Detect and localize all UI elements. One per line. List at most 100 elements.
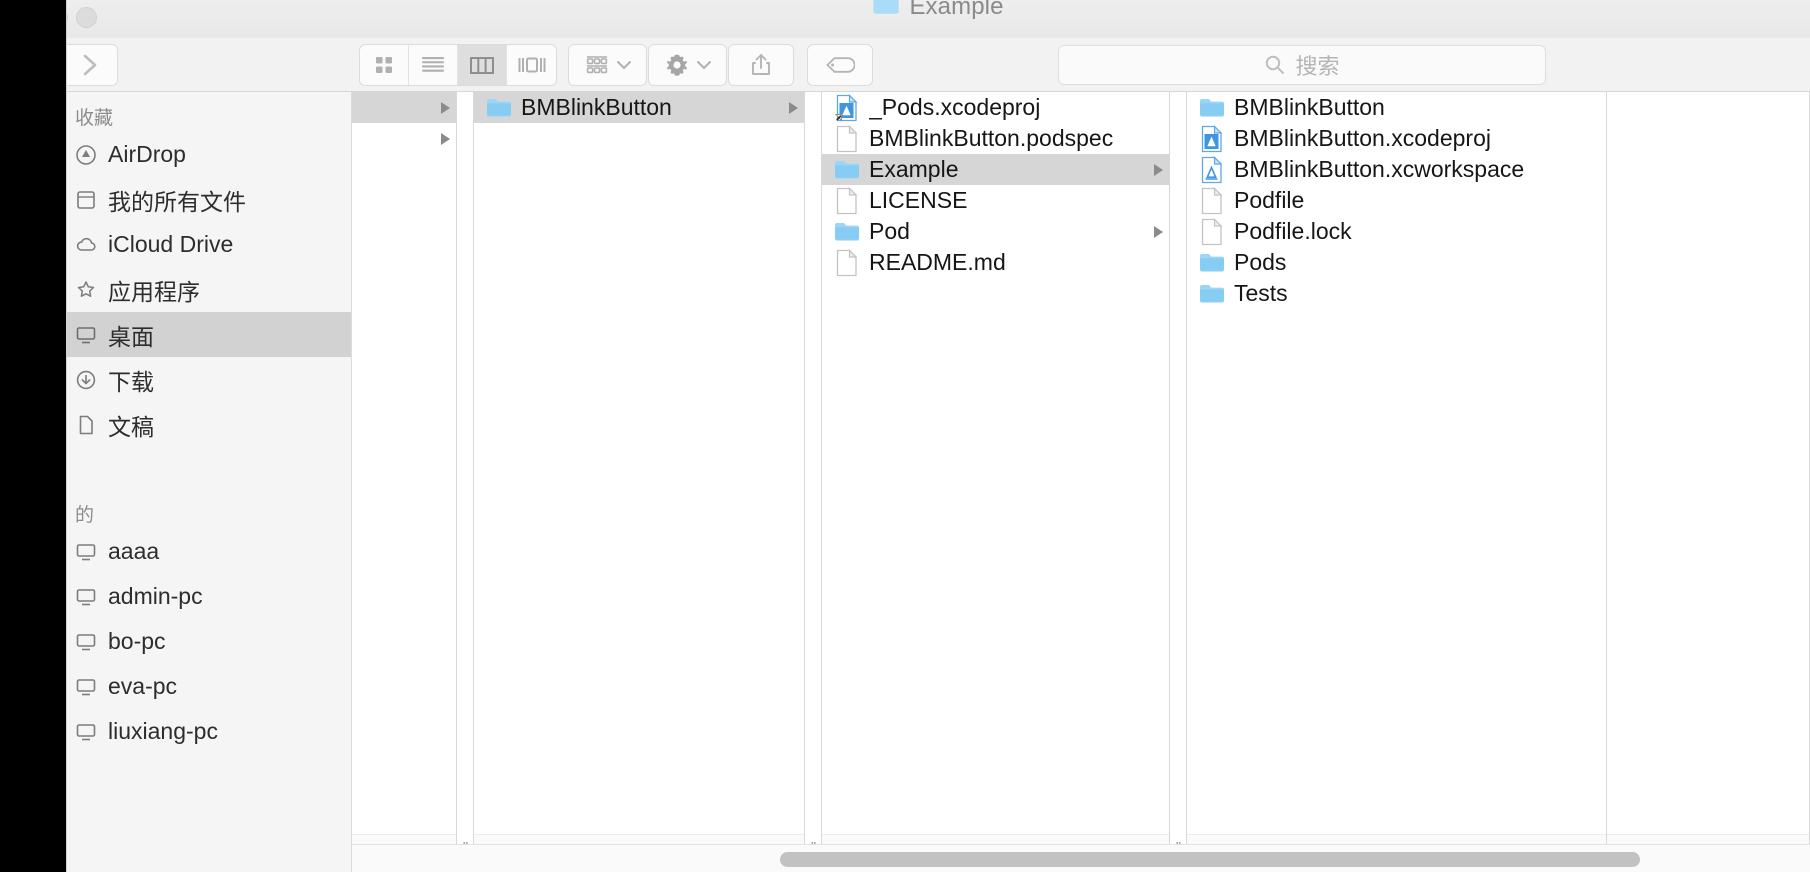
sidebar-item-aaaa[interactable]: aaaa — [67, 529, 351, 574]
sidebar-item-label: AirDrop — [108, 141, 186, 167]
horizontal-scrollbar-track[interactable] — [352, 844, 1810, 872]
airdrop-icon — [76, 144, 96, 165]
document-icon — [836, 248, 858, 276]
column-row-label: BMBlinkButton.podspec — [869, 125, 1114, 151]
column-row-label: Example — [869, 156, 959, 182]
column-row[interactable]: Pod — [822, 216, 1169, 247]
column-resize-handle-1[interactable]: ‖ — [457, 92, 474, 872]
document-icon — [836, 186, 858, 214]
window-title: Example — [67, 0, 1810, 21]
sidebar-item-label: eva-pc — [108, 673, 178, 699]
document-icon — [836, 124, 858, 152]
column-row[interactable] — [352, 92, 456, 123]
all-files-icon — [77, 190, 95, 209]
chevron-right-icon — [83, 54, 97, 76]
columns-icon — [470, 57, 494, 74]
xcworkspace-icon — [1201, 155, 1223, 183]
document-icon — [1201, 217, 1223, 245]
column-resize-handle-3[interactable]: ‖ — [1170, 92, 1187, 872]
gallery-view-button[interactable] — [507, 45, 556, 85]
column-row[interactable]: LICENSE — [822, 185, 1169, 216]
finder-sidebar[interactable]: 收藏 AirDrop 我的所有文件 iCloud Drive 应用程序 桌面 下… — [67, 92, 352, 872]
sidebar-item-label: bo-pc — [108, 628, 166, 654]
gallery-icon — [518, 57, 545, 73]
column-row[interactable]: Podfile — [1187, 185, 1606, 216]
downloads-icon — [76, 370, 96, 389]
column-row[interactable]: BMBlinkButton.xcodeproj — [1187, 123, 1606, 154]
disclosure-triangle-icon — [441, 132, 450, 145]
sidebar-item-documents[interactable]: 文稿 — [67, 402, 351, 447]
icloud-icon — [76, 237, 96, 251]
finder-toolbar: 搜索 — [67, 38, 1810, 92]
list-icon — [422, 57, 444, 72]
list-view-button[interactable] — [409, 45, 458, 85]
icon-view-button[interactable] — [360, 45, 409, 85]
column-row-label: BMBlinkButton — [521, 94, 672, 120]
column-3[interactable]: _Pods.xcodeproj BMBlinkButton.podspec Ex… — [822, 92, 1170, 872]
arrange-icon — [586, 56, 607, 74]
column-1[interactable] — [352, 92, 457, 872]
window-titlebar: Example — [67, 0, 1810, 38]
disclosure-triangle-icon — [1154, 163, 1163, 176]
search-input[interactable]: 搜索 — [1058, 45, 1546, 85]
window-content: 收藏 AirDrop 我的所有文件 iCloud Drive 应用程序 桌面 下… — [67, 92, 1810, 872]
sidebar-item-label: 桌面 — [108, 323, 154, 350]
column-row[interactable]: BMBlinkButton — [1187, 92, 1606, 123]
search-icon — [1266, 55, 1285, 74]
folder-icon — [873, 0, 899, 21]
xcodeproj-alias-icon — [834, 93, 858, 122]
column-4[interactable]: BMBlinkButton BMBlinkButton.xcodeproj BM… — [1187, 92, 1607, 872]
column-row[interactable]: _Pods.xcodeproj — [822, 92, 1169, 123]
window-title-text: Example — [909, 0, 1004, 20]
column-5[interactable] — [1607, 92, 1810, 872]
sidebar-item-downloads[interactable]: 下载 — [67, 357, 351, 402]
shared-computer-icon — [76, 678, 96, 695]
sidebar-item-label: admin-pc — [108, 583, 203, 609]
shared-computer-icon — [76, 588, 96, 605]
column-row-label: _Pods.xcodeproj — [869, 94, 1041, 120]
action-menu-button[interactable] — [648, 44, 727, 86]
sidebar-item-applications[interactable]: 应用程序 — [67, 267, 351, 312]
sidebar-item-bo-pc[interactable]: bo-pc — [67, 619, 351, 664]
column-row[interactable]: Example — [822, 154, 1169, 185]
column-resize-handle-2[interactable]: ‖ — [805, 92, 822, 872]
column-row[interactable]: BMBlinkButton — [474, 92, 804, 123]
sidebar-item-label: 我的所有文件 — [108, 188, 246, 215]
tag-button[interactable] — [807, 44, 873, 86]
share-icon — [752, 54, 770, 75]
sidebar-item-all-my-files[interactable]: 我的所有文件 — [67, 177, 351, 222]
share-button[interactable] — [728, 44, 794, 86]
sidebar-item-icloud-drive[interactable]: iCloud Drive — [67, 222, 351, 267]
column-row-label: Pods — [1234, 249, 1287, 275]
navigation-forward-button[interactable] — [67, 44, 118, 86]
finder-window: Example 搜索 收藏 AirDrop 我的所有文件 iCloud Driv… — [66, 0, 1810, 872]
column-row[interactable]: Pods — [1187, 247, 1606, 278]
column-2[interactable]: BMBlinkButton — [474, 92, 805, 872]
column-row[interactable]: Tests — [1187, 278, 1606, 309]
shared-computer-icon — [76, 633, 96, 650]
folder-icon — [1200, 284, 1224, 303]
column-row-label: Podfile.lock — [1234, 218, 1352, 244]
folder-icon — [1200, 253, 1224, 272]
column-row[interactable] — [352, 123, 456, 154]
column-view-button[interactable] — [458, 45, 507, 85]
sidebar-item-liuxiang-pc[interactable]: liuxiang-pc — [67, 709, 351, 754]
horizontal-scrollbar-thumb[interactable] — [780, 852, 1640, 867]
sidebar-item-label: 下载 — [108, 368, 154, 395]
folder-icon — [835, 222, 859, 241]
column-row[interactable]: Podfile.lock — [1187, 216, 1606, 247]
disclosure-triangle-icon — [789, 101, 798, 114]
sidebar-item-eva-pc[interactable]: eva-pc — [67, 664, 351, 709]
sidebar-item-desktop[interactable]: 桌面 — [67, 312, 351, 357]
grid-icon — [376, 57, 392, 73]
arrange-by-button[interactable] — [568, 44, 647, 86]
view-mode-segmented-control[interactable] — [359, 44, 557, 86]
sidebar-item-admin-pc[interactable]: admin-pc — [67, 574, 351, 619]
column-row[interactable]: README.md — [822, 247, 1169, 278]
sidebar-item-label: iCloud Drive — [108, 231, 234, 257]
sidebar-item-airdrop[interactable]: AirDrop — [67, 132, 351, 177]
column-row[interactable]: BMBlinkButton.podspec — [822, 123, 1169, 154]
column-row-label: BMBlinkButton — [1234, 94, 1385, 120]
search-placeholder: 搜索 — [1295, 54, 1340, 79]
column-row[interactable]: BMBlinkButton.xcworkspace — [1187, 154, 1606, 185]
